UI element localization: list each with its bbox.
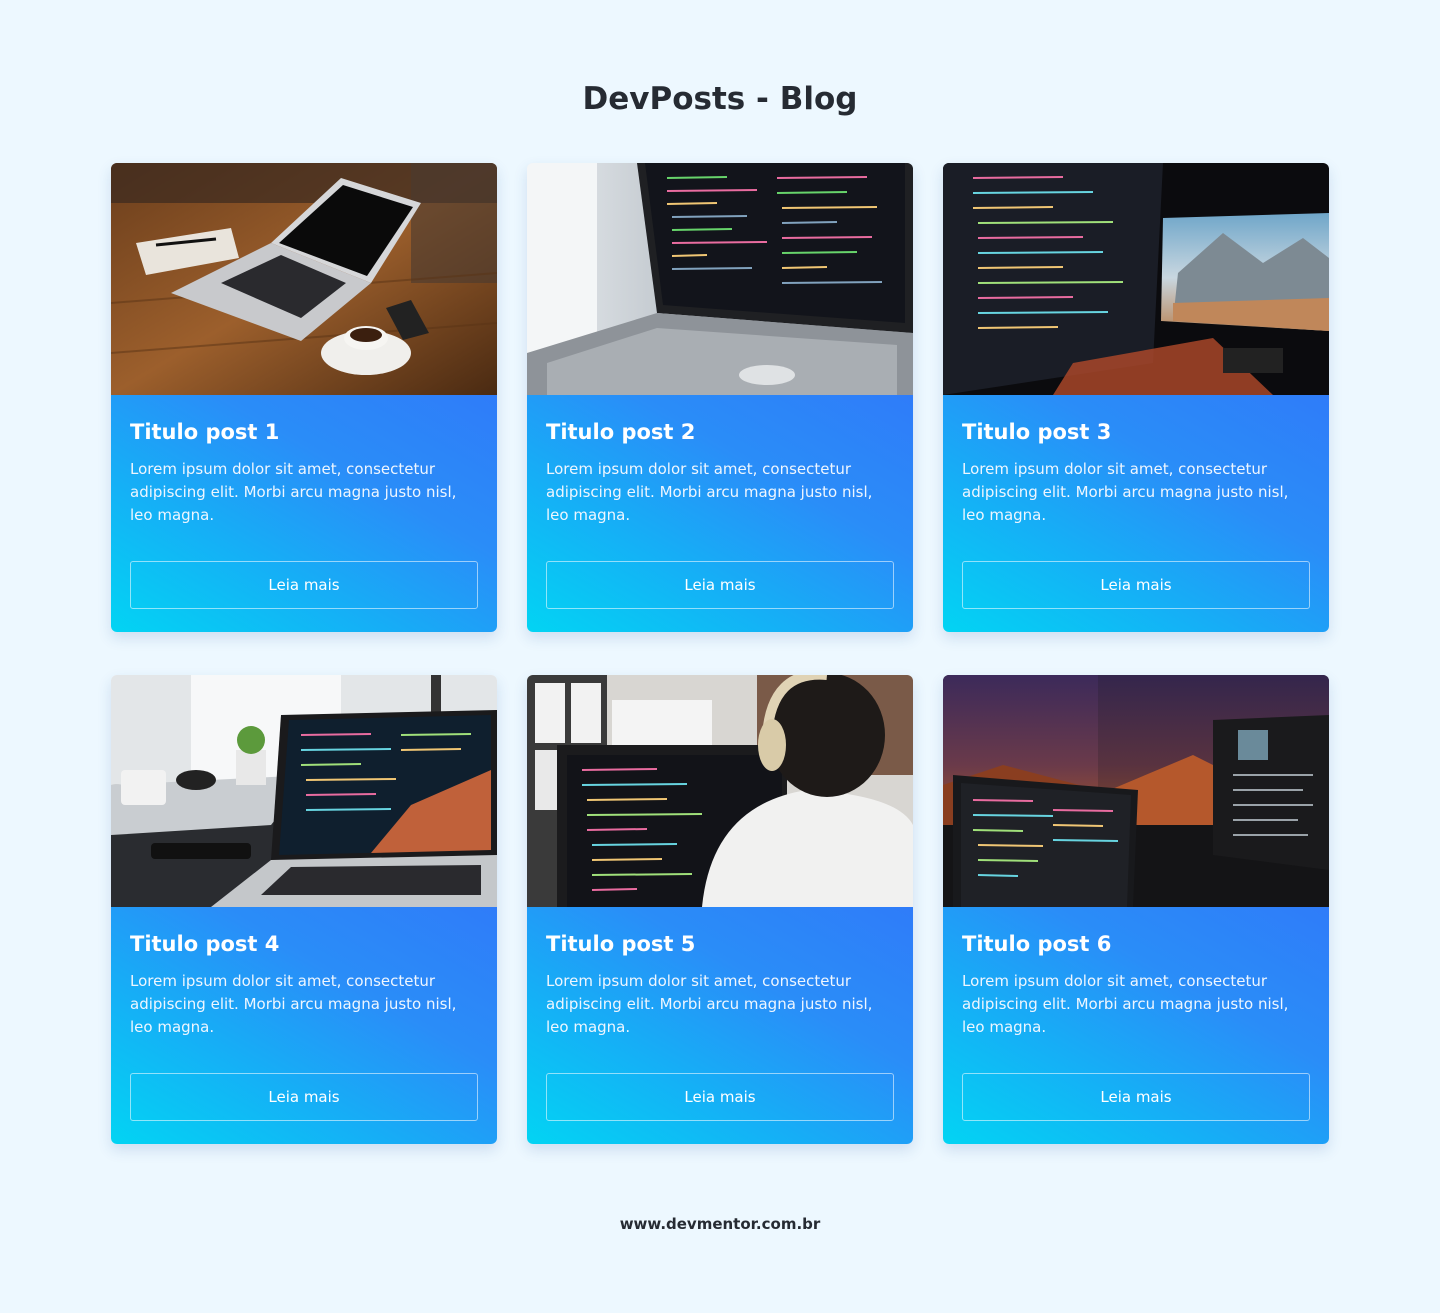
- post-card-body: Titulo post 5 Lorem ipsum dolor sit amet…: [527, 907, 913, 1144]
- post-title: Titulo post 6: [962, 932, 1112, 956]
- post-excerpt: Lorem ipsum dolor sit amet, consectetur …: [962, 972, 1289, 1036]
- post-card: Titulo post 1 Lorem ipsum dolor sit amet…: [111, 163, 497, 632]
- post-card: Titulo post 2 Lorem ipsum dolor sit amet…: [527, 163, 913, 632]
- read-more-button[interactable]: Leia mais: [546, 561, 894, 609]
- post-image-laptop-code: [527, 163, 913, 395]
- post-title: Titulo post 1: [130, 420, 280, 444]
- read-more-button[interactable]: Leia mais: [962, 1073, 1310, 1121]
- read-more-button[interactable]: Leia mais: [130, 1073, 478, 1121]
- post-image-office-laptop: [111, 675, 497, 907]
- post-title: Titulo post 2: [546, 420, 696, 444]
- post-image-dual-monitors: [943, 163, 1329, 395]
- post-image-dark-desk-monitors: [943, 675, 1329, 907]
- post-card: Titulo post 4 Lorem ipsum dolor sit amet…: [111, 675, 497, 1144]
- post-image-developer-headphones: [527, 675, 913, 907]
- post-title: Titulo post 4: [130, 932, 280, 956]
- read-more-button[interactable]: Leia mais: [546, 1073, 894, 1121]
- post-card-body: Titulo post 4 Lorem ipsum dolor sit amet…: [111, 907, 497, 1144]
- post-excerpt: Lorem ipsum dolor sit amet, consectetur …: [130, 972, 457, 1036]
- post-card: Titulo post 5 Lorem ipsum dolor sit amet…: [527, 675, 913, 1144]
- post-image-laptop-desk: [111, 163, 497, 395]
- post-excerpt: Lorem ipsum dolor sit amet, consectetur …: [130, 460, 457, 524]
- post-card-body: Titulo post 1 Lorem ipsum dolor sit amet…: [111, 395, 497, 632]
- post-card-body: Titulo post 2 Lorem ipsum dolor sit amet…: [527, 395, 913, 632]
- post-excerpt: Lorem ipsum dolor sit amet, consectetur …: [546, 972, 873, 1036]
- post-card-body: Titulo post 6 Lorem ipsum dolor sit amet…: [943, 907, 1329, 1144]
- posts-grid: Titulo post 1 Lorem ipsum dolor sit amet…: [111, 163, 1329, 1144]
- read-more-button[interactable]: Leia mais: [130, 561, 478, 609]
- post-card: Titulo post 6 Lorem ipsum dolor sit amet…: [943, 675, 1329, 1144]
- footer-link[interactable]: www.devmentor.com.br: [0, 1215, 1440, 1233]
- page-title: DevPosts - Blog: [582, 81, 858, 117]
- read-more-button[interactable]: Leia mais: [962, 561, 1310, 609]
- post-card: Titulo post 3 Lorem ipsum dolor sit amet…: [943, 163, 1329, 632]
- post-title: Titulo post 3: [962, 420, 1112, 444]
- post-excerpt: Lorem ipsum dolor sit amet, consectetur …: [962, 460, 1289, 524]
- post-excerpt: Lorem ipsum dolor sit amet, consectetur …: [546, 460, 873, 524]
- post-card-body: Titulo post 3 Lorem ipsum dolor sit amet…: [943, 395, 1329, 632]
- post-title: Titulo post 5: [546, 932, 696, 956]
